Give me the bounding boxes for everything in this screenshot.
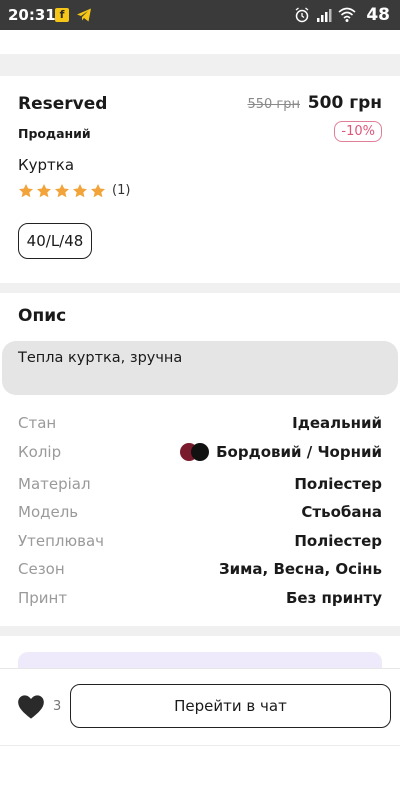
rating-stars[interactable] bbox=[18, 183, 106, 199]
status-time: 20:31 bbox=[8, 6, 56, 24]
property-row: Сезон Зима, Весна, Осінь bbox=[0, 560, 400, 584]
star-icon bbox=[55, 184, 69, 198]
property-value-color: Бордовий / Чорний bbox=[180, 443, 382, 461]
section-divider bbox=[0, 626, 400, 636]
battery-level: 48 bbox=[366, 5, 390, 25]
size-chip[interactable]: 40/L/48 bbox=[18, 223, 92, 259]
section-divider bbox=[0, 283, 400, 293]
star-icon bbox=[19, 184, 33, 198]
property-row: Принт Без принту bbox=[0, 589, 400, 613]
property-key: Матеріал bbox=[18, 475, 91, 493]
signal-icon bbox=[317, 9, 332, 22]
status-badge: Проданий bbox=[18, 126, 91, 141]
description-title: Опис bbox=[18, 306, 67, 326]
property-value: Стьобана bbox=[301, 503, 382, 521]
property-row: Стан Ідеальний bbox=[0, 414, 400, 438]
property-key: Модель bbox=[18, 503, 79, 521]
status-icons bbox=[294, 7, 356, 23]
star-icon bbox=[91, 184, 105, 198]
property-row: Колір Бордовий / Чорний bbox=[0, 443, 400, 467]
color-swatch-black bbox=[191, 443, 210, 461]
property-key: Принт bbox=[18, 589, 68, 607]
star-icon bbox=[37, 184, 51, 198]
property-key: Колір bbox=[18, 443, 62, 461]
property-value: Зима, Весна, Осінь bbox=[218, 560, 382, 578]
go-to-chat-button[interactable]: Перейти в чат bbox=[70, 684, 391, 728]
property-row: Модель Стьобана bbox=[0, 503, 400, 527]
price: 500 грн bbox=[307, 93, 382, 113]
star-icon bbox=[73, 184, 87, 198]
likes-count: 3 bbox=[53, 699, 62, 714]
review-count[interactable]: (1) bbox=[112, 183, 130, 198]
top-content-sliver bbox=[0, 30, 400, 54]
alarm-icon bbox=[295, 7, 309, 23]
discount-badge: -10% bbox=[334, 121, 382, 142]
notification-f-icon: f bbox=[55, 8, 69, 22]
property-value: Ідеальний bbox=[292, 414, 382, 432]
property-value: Без принту bbox=[286, 589, 382, 607]
property-key: Сезон bbox=[18, 560, 65, 578]
property-key: Стан bbox=[18, 414, 57, 432]
telegram-icon bbox=[77, 8, 91, 22]
product-title: Куртка bbox=[18, 156, 75, 174]
old-price: 550 грн bbox=[247, 97, 300, 112]
product-brand[interactable]: Reserved bbox=[18, 94, 107, 114]
property-value: Поліестер bbox=[294, 475, 382, 493]
status-bar: 20:31 f 48 bbox=[0, 0, 400, 30]
property-value: Бордовий / Чорний bbox=[216, 443, 382, 461]
wifi-icon bbox=[338, 7, 356, 22]
property-value: Поліестер bbox=[294, 532, 382, 550]
divider bbox=[0, 745, 400, 746]
section-divider bbox=[0, 54, 400, 76]
property-row: Утеплювач Поліестер bbox=[0, 532, 400, 556]
heart-icon[interactable] bbox=[17, 694, 45, 720]
color-swatch bbox=[180, 443, 210, 461]
description-text: Тепла куртка, зручна bbox=[2, 341, 398, 395]
property-row: Матеріал Поліестер bbox=[0, 475, 400, 499]
property-key: Утеплювач bbox=[18, 532, 105, 550]
